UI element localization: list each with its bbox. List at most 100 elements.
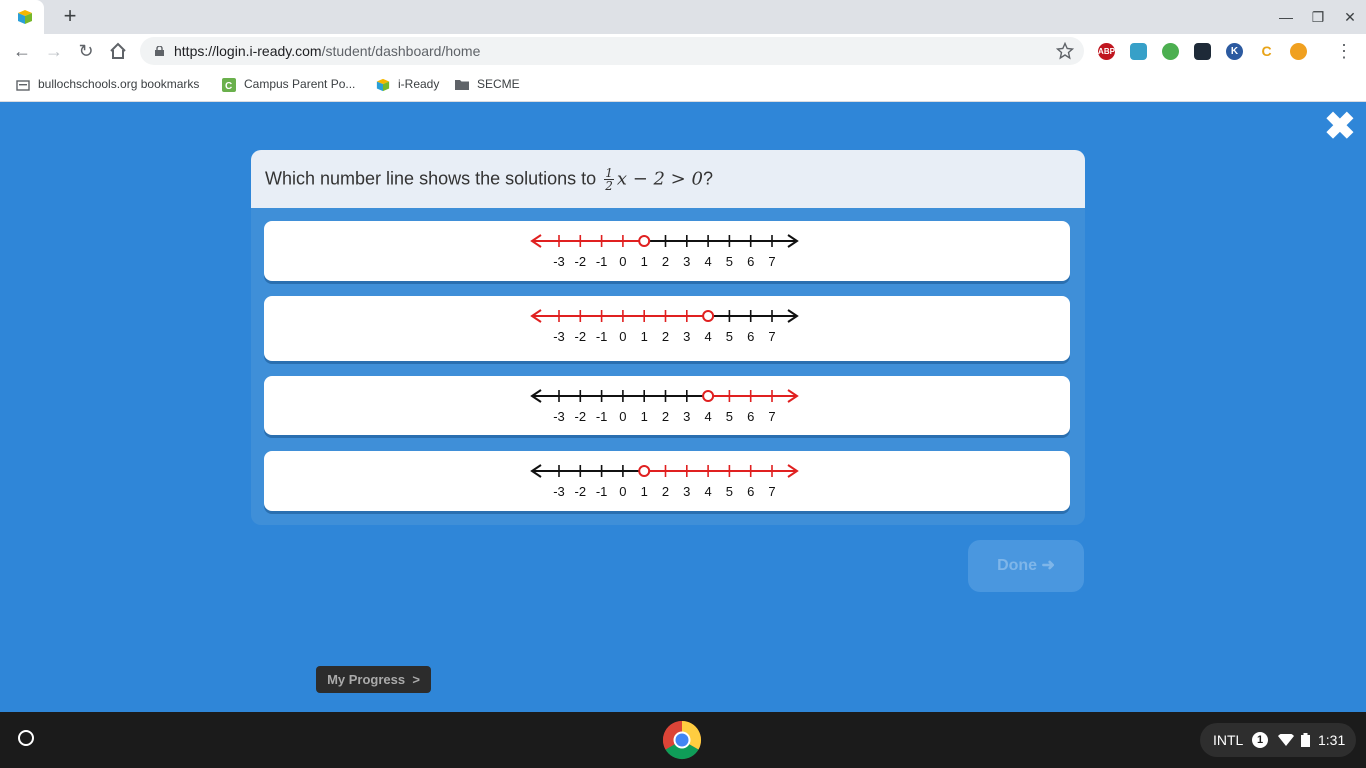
tick-label: 3 bbox=[683, 409, 690, 424]
bookmark-star-icon[interactable] bbox=[1056, 42, 1074, 60]
iready-icon bbox=[376, 78, 390, 91]
tick-label: -3 bbox=[553, 329, 565, 344]
bookmark-iready[interactable]: i-Ready bbox=[376, 68, 439, 100]
tick-label: 1 bbox=[641, 254, 648, 269]
launcher-icon[interactable] bbox=[18, 730, 34, 746]
bookmarks-bar: bullochschools.org bookmarks C Campus Par… bbox=[0, 68, 1366, 102]
campus-icon: C bbox=[222, 77, 236, 92]
answer-option-4[interactable]: -3 -2 -1 0 1 2 3 4 5 6 7 bbox=[264, 451, 1070, 511]
c-extension-icon[interactable]: C bbox=[1258, 43, 1275, 60]
bookmark-secme[interactable]: SECME bbox=[455, 68, 520, 100]
tick-label: 7 bbox=[768, 484, 775, 499]
os-taskbar: INTL 1 1:31 bbox=[0, 712, 1366, 768]
minimize-icon[interactable]: — bbox=[1276, 7, 1296, 27]
tick-label: -2 bbox=[575, 484, 587, 499]
k-extension-icon[interactable]: K bbox=[1226, 43, 1243, 60]
chrome-icon[interactable] bbox=[662, 720, 702, 760]
tick-label: 7 bbox=[768, 254, 775, 269]
close-lesson-icon[interactable]: ✖ bbox=[1324, 108, 1356, 146]
bookmark-label: bullochschools.org bookmarks bbox=[38, 77, 200, 91]
tick-label: -1 bbox=[596, 484, 608, 499]
number-line: -3 -2 -1 0 1 2 3 4 5 6 7 bbox=[530, 234, 799, 269]
open-circle-marker bbox=[702, 310, 715, 322]
tick-label: -2 bbox=[575, 329, 587, 344]
tick-label: 5 bbox=[726, 409, 733, 424]
open-circle-marker bbox=[702, 390, 715, 402]
close-window-icon[interactable]: ✕ bbox=[1340, 7, 1360, 27]
done-label: Done bbox=[997, 557, 1038, 574]
browser-menu-icon[interactable]: ⋮ bbox=[1335, 40, 1353, 62]
inequality-expression: x − 2 > 0 bbox=[616, 168, 703, 190]
forward-icon[interactable]: → bbox=[43, 40, 65, 62]
chevron-right-icon: > bbox=[412, 672, 420, 687]
tick-label: -3 bbox=[553, 254, 565, 269]
question-prefix: Which number line shows the solutions to bbox=[265, 168, 597, 189]
fraction-denominator: 2 bbox=[605, 179, 613, 193]
bookmark-label: Campus Parent Po... bbox=[244, 77, 356, 91]
tick-label: 6 bbox=[747, 254, 754, 269]
home-icon[interactable] bbox=[107, 40, 129, 62]
system-tray[interactable]: INTL 1 1:31 bbox=[1200, 723, 1356, 757]
tick-label: 5 bbox=[726, 254, 733, 269]
reload-icon[interactable]: ↻ bbox=[75, 40, 97, 62]
tick-label: -1 bbox=[596, 254, 608, 269]
my-progress-button[interactable]: My Progress > bbox=[316, 666, 431, 693]
my-progress-label: My Progress bbox=[327, 672, 406, 687]
number-line: -3 -2 -1 0 1 2 3 4 5 6 7 bbox=[530, 309, 799, 344]
url-path: /student/dashboard/home bbox=[321, 43, 481, 59]
tick-label: 4 bbox=[704, 484, 711, 499]
tick-label: -3 bbox=[553, 484, 565, 499]
tick-label: 4 bbox=[704, 409, 711, 424]
tick-label: 2 bbox=[662, 484, 669, 499]
adblock-extension-icon[interactable]: ABP bbox=[1098, 43, 1115, 60]
answer-option-1[interactable]: -3 -2 -1 0 1 2 3 4 5 6 7 bbox=[264, 221, 1070, 281]
restore-icon[interactable]: ❐ bbox=[1308, 7, 1328, 27]
bookmark-bullochschools[interactable]: bullochschools.org bookmarks bbox=[16, 68, 199, 100]
battery-icon bbox=[1301, 733, 1310, 747]
bookmark-label: i-Ready bbox=[398, 77, 440, 91]
tab-strip: + — ❐ ✕ bbox=[0, 0, 1366, 34]
folder-icon bbox=[16, 80, 30, 91]
tick-label: 6 bbox=[747, 329, 754, 344]
question-text: Which number line shows the solutions to… bbox=[265, 167, 713, 192]
tick-label: 0 bbox=[619, 254, 626, 269]
arrow-right-icon: ➜ bbox=[1041, 557, 1055, 574]
cloud-extension-icon[interactable] bbox=[1130, 43, 1147, 60]
tick-label: 3 bbox=[683, 329, 690, 344]
answer-option-2[interactable]: -3 -2 -1 0 1 2 3 4 5 6 7 bbox=[264, 296, 1070, 361]
tick-label: 3 bbox=[683, 484, 690, 499]
active-tab[interactable] bbox=[0, 0, 44, 34]
number-line: -3 -2 -1 0 1 2 3 4 5 6 7 bbox=[530, 464, 799, 499]
bookmark-label: SECME bbox=[477, 77, 520, 91]
profile-extension-icon[interactable] bbox=[1290, 43, 1307, 60]
power-extension-icon[interactable] bbox=[1162, 43, 1179, 60]
tick-label: 6 bbox=[747, 409, 754, 424]
new-tab-button[interactable]: + bbox=[58, 4, 82, 28]
done-button[interactable]: Done ➜ bbox=[968, 540, 1084, 592]
tick-label: 3 bbox=[683, 254, 690, 269]
tick-label: 0 bbox=[619, 409, 626, 424]
tick-label: -1 bbox=[596, 409, 608, 424]
bookmark-campus-parent[interactable]: C Campus Parent Po... bbox=[222, 68, 355, 100]
lock-icon bbox=[155, 46, 164, 56]
number-line: -3 -2 -1 0 1 2 3 4 5 6 7 bbox=[530, 389, 799, 424]
iready-favicon-icon bbox=[18, 10, 32, 24]
notification-badge: 1 bbox=[1252, 732, 1268, 748]
question-header: Which number line shows the solutions to… bbox=[251, 150, 1085, 208]
open-circle-marker bbox=[638, 235, 651, 247]
screen-extension-icon[interactable] bbox=[1194, 43, 1211, 60]
tick-label: -2 bbox=[575, 409, 587, 424]
question-suffix: ? bbox=[702, 168, 713, 189]
address-bar[interactable]: https://login.i-ready.com/student/dashbo… bbox=[140, 37, 1084, 65]
back-icon[interactable]: ← bbox=[11, 40, 33, 62]
tick-label: 7 bbox=[768, 409, 775, 424]
tick-label: 5 bbox=[726, 484, 733, 499]
keyboard-layout: INTL bbox=[1213, 732, 1244, 748]
svg-text:C: C bbox=[225, 81, 232, 92]
tick-label: 2 bbox=[662, 254, 669, 269]
answer-option-3[interactable]: -3 -2 -1 0 1 2 3 4 5 6 7 bbox=[264, 376, 1070, 435]
tick-label: -3 bbox=[553, 409, 565, 424]
url-host: https://login.i-ready.com bbox=[174, 43, 322, 59]
question-panel: Which number line shows the solutions to… bbox=[251, 150, 1085, 525]
tick-label: 0 bbox=[619, 484, 626, 499]
